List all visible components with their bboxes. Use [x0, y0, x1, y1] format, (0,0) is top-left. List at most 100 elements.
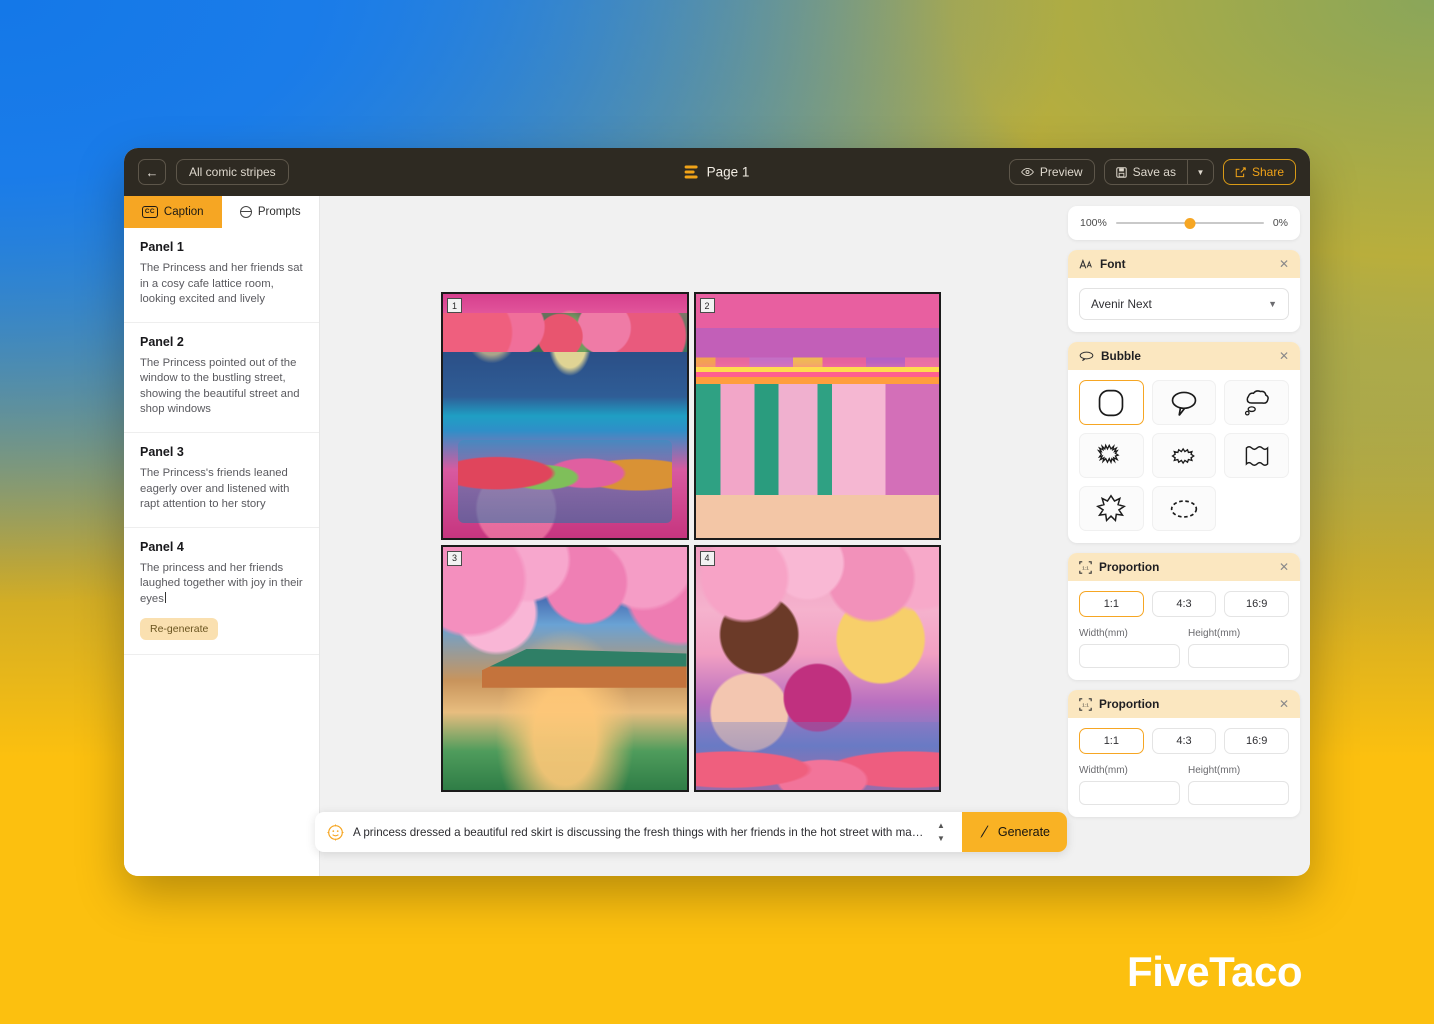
re-generate-button[interactable]: Re-generate	[140, 617, 219, 640]
tab-prompts[interactable]: Prompts	[221, 196, 319, 228]
ratio-1-1-button[interactable]: 1:1	[1079, 591, 1144, 617]
proportion-section-title: Proportion	[1099, 697, 1160, 711]
tab-caption[interactable]: CC Caption	[124, 196, 222, 228]
save-as-dropdown-button[interactable]: ▼	[1186, 160, 1213, 184]
proportion-icon: 1:1	[1079, 560, 1092, 574]
ratio-label: 1:1	[1103, 598, 1119, 610]
brand-wordmark: FiveTaco	[1127, 948, 1302, 995]
prompt-bar: A princess dressed a beautiful red skirt…	[315, 812, 1067, 852]
comic-panel-1[interactable]: 1	[441, 292, 689, 540]
caption-panel-1[interactable]: Panel 1 The Princess and her friends sat…	[124, 228, 319, 323]
zoom-slider[interactable]	[1115, 216, 1264, 230]
bubble-collapse-icon[interactable]: ✕	[1279, 350, 1289, 362]
thought-cloud-bubble-icon	[1244, 389, 1269, 416]
proportion-card-2: 1:1 Proportion ✕ 1:1 4:3 16:9 Width(mm)	[1068, 690, 1300, 817]
comic-panel-2[interactable]: 2	[693, 292, 941, 540]
external-link-icon	[1235, 166, 1246, 177]
arrow-left-icon: ←	[145, 164, 159, 180]
bubble-option-oval-tail[interactable]	[1151, 380, 1217, 425]
page-indicator[interactable]: Page 1	[684, 164, 750, 180]
proportion-1-dimensions: Width(mm) Height(mm)	[1079, 628, 1289, 668]
closed-caption-icon: CC	[141, 205, 158, 219]
zoom-slider-thumb[interactable]	[1184, 217, 1196, 229]
svg-text:1:1: 1:1	[1082, 702, 1089, 708]
bubble-option-thought-cloud[interactable]	[1224, 380, 1289, 425]
save-as-group: Save as ▼	[1103, 159, 1214, 185]
stepper-down-icon[interactable]: ▼	[937, 834, 945, 843]
generate-button[interactable]: Generate	[961, 812, 1067, 852]
share-button[interactable]: Share	[1222, 159, 1296, 185]
title-bar-actions: Preview Save as ▼ Share	[1008, 159, 1296, 185]
bubble-card: Bubble ✕	[1068, 342, 1300, 543]
ratio-label: 16:9	[1245, 735, 1268, 747]
panel-caption[interactable]: The Princess and her friends sat in a co…	[140, 261, 303, 308]
all-comic-stripes-label: All comic stripes	[189, 165, 276, 179]
proportion-2-height: Height(mm)	[1188, 765, 1289, 805]
font-card: Font ✕ Avenir Next ▼	[1068, 250, 1300, 332]
caption-panel-list[interactable]: Panel 1 The Princess and her friends sat…	[124, 228, 319, 876]
ratio-4-3-button[interactable]: 4:3	[1151, 728, 1217, 754]
panel-caption[interactable]: The princess and her friends laughed tog…	[140, 561, 303, 608]
height-input[interactable]	[1188, 781, 1289, 805]
jagged-oval-bubble-icon	[1171, 447, 1195, 464]
proportion-2-ratio-row: 1:1 4:3 16:9	[1079, 728, 1290, 754]
panel-title: Panel 3	[140, 445, 184, 460]
proportion-card-2-header: 1:1 Proportion ✕	[1068, 690, 1300, 718]
ratio-label: 4:3	[1176, 735, 1192, 747]
magic-prompt-icon	[327, 824, 344, 840]
bubble-option-burst-star[interactable]	[1079, 486, 1144, 531]
page-title: Page 1	[706, 164, 750, 180]
width-input[interactable]	[1079, 781, 1180, 805]
title-bar-left: ← All comic stripes	[138, 159, 289, 185]
proportion-1-collapse-icon[interactable]: ✕	[1279, 561, 1289, 573]
prompt-input[interactable]: A princess dressed a beautiful red skirt…	[353, 826, 926, 839]
font-select[interactable]: Avenir Next ▼	[1079, 288, 1289, 320]
back-button[interactable]: ←	[138, 159, 166, 185]
height-label: Height(mm)	[1188, 765, 1241, 776]
prompt-input-wrap[interactable]: A princess dressed a beautiful red skirt…	[315, 812, 962, 852]
preview-button[interactable]: Preview	[1008, 159, 1095, 185]
comic-panel-4[interactable]: 4	[693, 544, 941, 792]
font-collapse-icon[interactable]: ✕	[1279, 258, 1289, 270]
dashed-oval-bubble-icon	[1170, 499, 1198, 518]
proportion-2-dimensions: Width(mm) Height(mm)	[1079, 765, 1289, 805]
wand-icon	[980, 825, 989, 839]
panel-3-artwork	[442, 546, 687, 790]
ratio-16-9-button[interactable]: 16:9	[1224, 591, 1290, 617]
prompt-stepper[interactable]: ▲ ▼	[935, 821, 952, 843]
panel-title: Panel 1	[140, 240, 184, 254]
bubble-card-header: Bubble ✕	[1068, 342, 1300, 370]
zoom-min-label: 100%	[1080, 217, 1107, 229]
proportion-card-1-body: 1:1 4:3 16:9 Width(mm) Height(mm)	[1068, 581, 1300, 680]
sidebar-tabs: CC Caption Prompts	[124, 196, 319, 228]
bubble-option-jagged-oval[interactable]	[1151, 433, 1217, 478]
all-comic-stripes-button[interactable]: All comic stripes	[176, 159, 289, 185]
spiky-cloud-bubble-icon	[1097, 443, 1120, 464]
font-icon	[1079, 258, 1092, 269]
save-as-button[interactable]: Save as	[1105, 160, 1187, 184]
panel-caption[interactable]: The Princess pointed out of the window t…	[140, 356, 303, 418]
bubble-option-rounded-square[interactable]	[1079, 380, 1144, 425]
hamburger-icon	[684, 165, 698, 179]
panel-caption[interactable]: The Princess's friends leaned eagerly ov…	[140, 466, 303, 513]
comic-panel-3[interactable]: 3	[441, 544, 689, 792]
caption-panel-3[interactable]: Panel 3 The Princess's friends leaned ea…	[124, 433, 319, 528]
bubble-option-dashed-oval[interactable]	[1151, 486, 1217, 531]
ratio-label: 1:1	[1103, 735, 1119, 747]
title-bar: ← All comic stripes Page 1 Preview Save …	[124, 148, 1310, 196]
chevron-down-icon: ▼	[1196, 167, 1205, 177]
bubble-option-spiky-cloud[interactable]	[1079, 433, 1144, 478]
right-inspector: 100% 0% Font ✕ Avenir Next ▼ Bubble ✕ 1:…	[1062, 196, 1310, 876]
stepper-up-icon[interactable]: ▲	[937, 821, 945, 830]
ratio-16-9-button[interactable]: 16:9	[1224, 728, 1290, 754]
caption-panel-2[interactable]: Panel 2 The Princess pointed out of the …	[124, 323, 319, 434]
bubble-option-wavy-rectangle[interactable]	[1224, 433, 1289, 478]
width-input[interactable]	[1079, 644, 1180, 668]
tab-caption-label: Caption	[163, 206, 204, 218]
floppy-disk-icon	[1115, 166, 1127, 178]
ratio-1-1-button[interactable]: 1:1	[1079, 728, 1144, 754]
height-input[interactable]	[1188, 644, 1289, 668]
ratio-4-3-button[interactable]: 4:3	[1151, 591, 1217, 617]
proportion-2-collapse-icon[interactable]: ✕	[1279, 698, 1289, 710]
caption-panel-4[interactable]: Panel 4 The princess and her friends lau…	[124, 528, 319, 655]
